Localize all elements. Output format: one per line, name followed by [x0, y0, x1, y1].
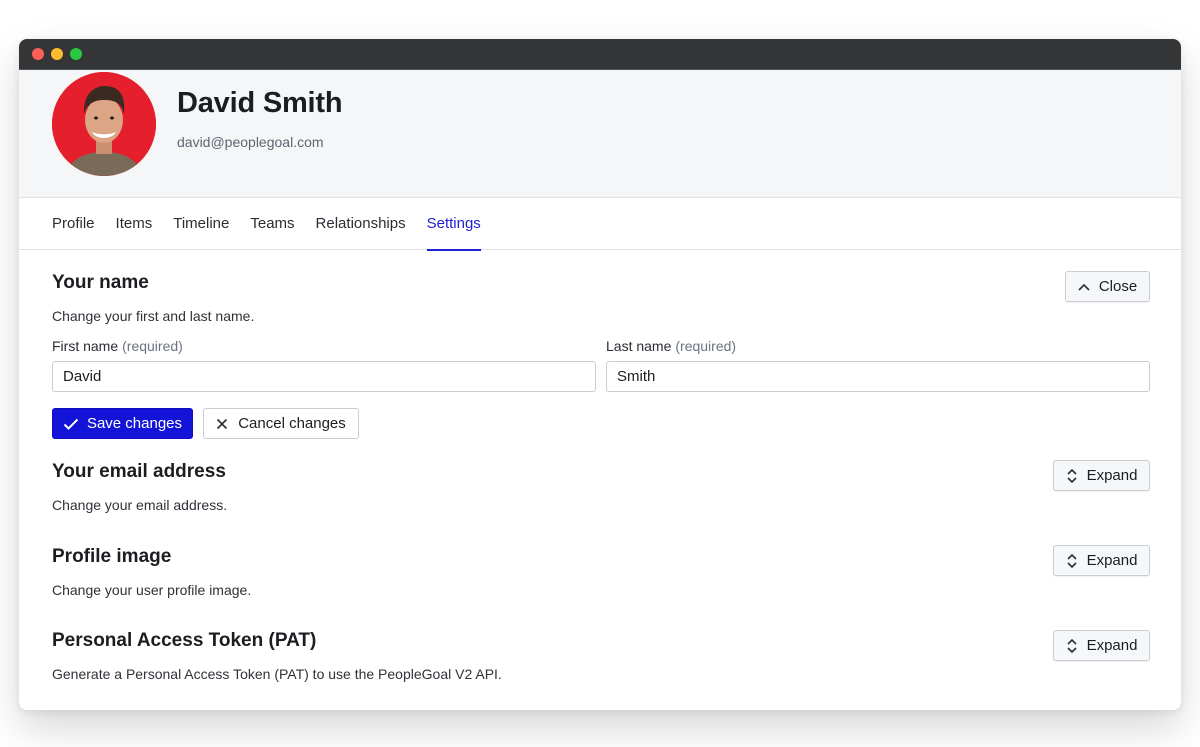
user-email: david@peoplegoal.com: [177, 134, 324, 150]
save-changes-button[interactable]: Save changes: [52, 408, 193, 439]
email-section-description: Change your email address.: [52, 497, 228, 513]
chevron-up-icon: [1078, 283, 1090, 291]
expand-profile-image-section-button[interactable]: Expand: [1053, 545, 1150, 576]
expand-email-label: Expand: [1086, 467, 1138, 484]
window-titlebar: [19, 39, 1181, 70]
check-icon: [63, 418, 79, 430]
pat-section-title: Personal Access Token (PAT): [52, 630, 317, 651]
chevron-up-down-icon: [1066, 638, 1078, 654]
cancel-changes-button[interactable]: Cancel changes: [203, 408, 359, 439]
chevron-up-down-icon: [1066, 553, 1078, 569]
tab-timeline[interactable]: Timeline: [173, 198, 229, 250]
expand-pat-section-button[interactable]: Expand: [1053, 630, 1150, 661]
profile-image-section-title: Profile image: [52, 546, 172, 567]
tab-relationships[interactable]: Relationships: [316, 198, 406, 250]
maximize-window-icon[interactable]: [70, 48, 82, 60]
email-section-title: Your email address: [52, 461, 226, 482]
name-section: Your name Change your first and last nam…: [52, 272, 1149, 324]
profile-tabs: Profile Items Timeline Teams Relationshi…: [19, 198, 1181, 251]
expand-pat-label: Expand: [1086, 637, 1138, 654]
profile-image-section: Profile image Change your user profile i…: [52, 546, 1149, 598]
first-name-label-text: First name: [52, 338, 119, 354]
profile-image-section-description: Change your user profile image.: [52, 582, 252, 598]
tab-teams[interactable]: Teams: [250, 198, 294, 250]
x-icon: [216, 418, 228, 430]
profile-header: David Smith david@peoplegoal.com: [19, 70, 1181, 198]
last-name-label-text: Last name: [606, 338, 672, 354]
name-section-title: Your name: [52, 272, 149, 293]
expand-profile-image-label: Expand: [1086, 552, 1138, 569]
name-section-description: Change your first and last name.: [52, 308, 255, 324]
last-name-input[interactable]: [606, 361, 1150, 392]
first-name-required: (required): [122, 338, 183, 354]
minimize-window-icon[interactable]: [51, 48, 63, 60]
pat-section: Personal Access Token (PAT) Generate a P…: [52, 630, 1149, 682]
tab-settings[interactable]: Settings: [426, 198, 482, 251]
close-button-label: Close: [1098, 278, 1138, 295]
chevron-up-down-icon: [1066, 468, 1078, 484]
pat-section-description: Generate a Personal Access Token (PAT) t…: [52, 666, 502, 682]
cancel-changes-label: Cancel changes: [238, 415, 346, 432]
close-name-section-button[interactable]: Close: [1065, 271, 1150, 302]
last-name-label: Last name (required): [606, 338, 736, 354]
expand-email-section-button[interactable]: Expand: [1053, 460, 1150, 491]
avatar: [52, 72, 156, 176]
tab-profile[interactable]: Profile: [52, 198, 95, 250]
first-name-input[interactable]: [52, 361, 596, 392]
last-name-required: (required): [675, 338, 737, 354]
close-window-icon[interactable]: [32, 48, 44, 60]
user-name: David Smith: [177, 87, 343, 119]
tab-items[interactable]: Items: [116, 198, 153, 250]
avatar-photo-icon: [52, 72, 156, 176]
email-section: Your email address Change your email add…: [52, 461, 1149, 513]
save-changes-label: Save changes: [86, 415, 183, 432]
first-name-label: First name (required): [52, 338, 183, 354]
browser-window: David Smith david@peoplegoal.com Profile…: [19, 39, 1181, 710]
